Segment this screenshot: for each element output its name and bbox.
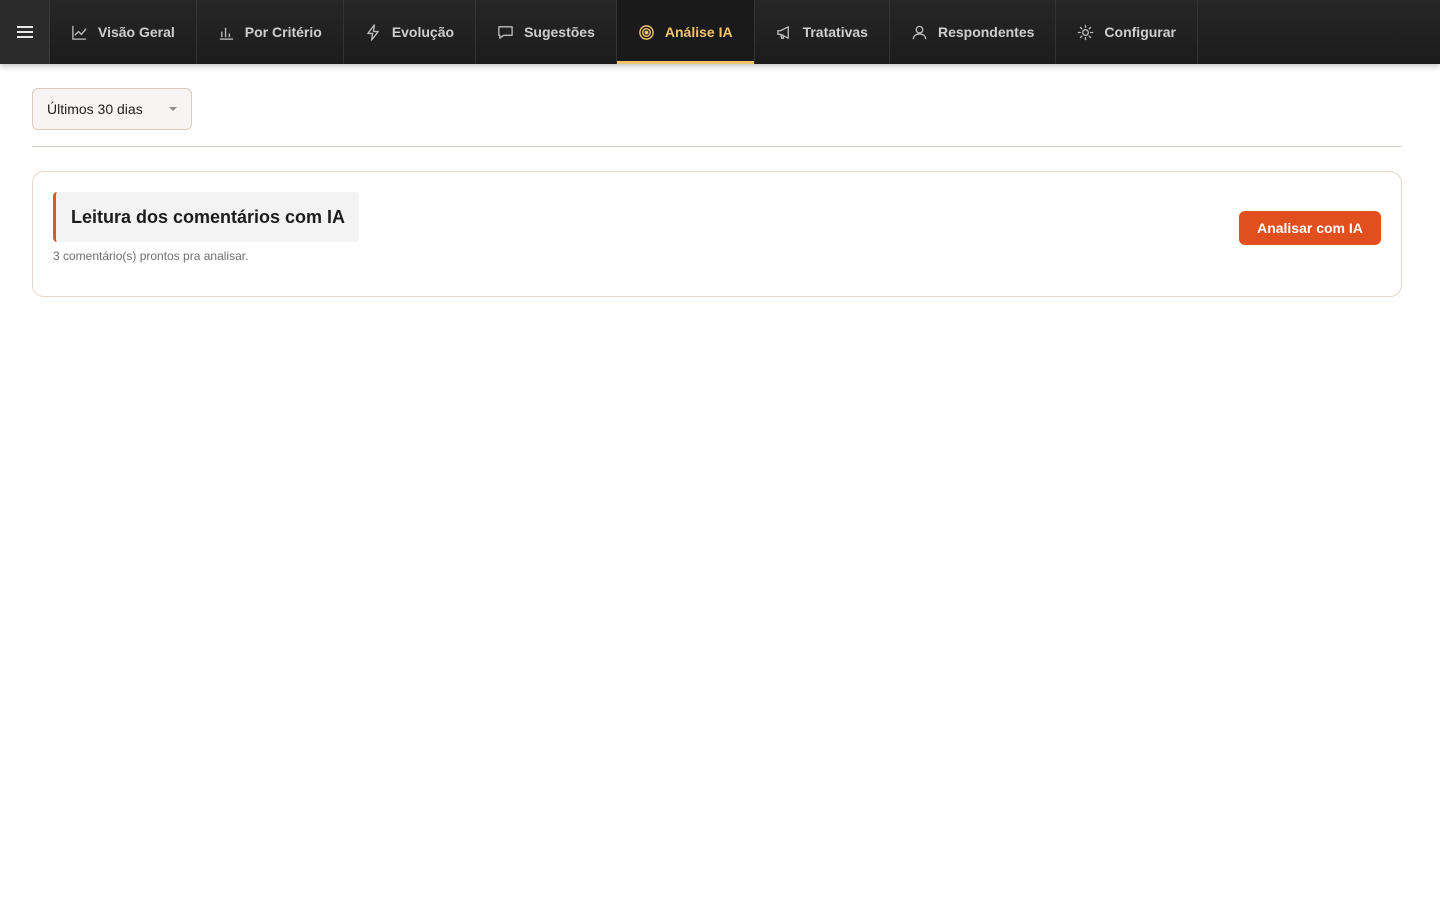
menu-button[interactable] (0, 0, 50, 64)
tab-sugestoes[interactable]: Sugestões (476, 0, 617, 64)
tab-respondentes[interactable]: Respondentes (890, 0, 1057, 64)
target-icon (639, 24, 654, 40)
card-subtitle: 3 comentário(s) prontos pra analisar. (53, 249, 249, 263)
line-chart-icon (72, 25, 87, 40)
bar-chart-icon (219, 27, 233, 40)
chat-bubble-icon (498, 25, 513, 39)
tab-label: Análise IA (664, 24, 733, 40)
tab-por-criterio[interactable]: Por Critério (197, 0, 344, 64)
lightning-icon (366, 23, 379, 41)
user-icon (912, 25, 927, 39)
hamburger-menu-icon (16, 26, 33, 38)
tab-label: Sugestões (524, 24, 595, 40)
tab-label: Evolução (391, 24, 455, 40)
tab-evolucao[interactable]: Evolução (344, 0, 477, 64)
tab-label: Respondentes (937, 24, 1035, 40)
analyze-with-ai-button[interactable]: Analisar com IA (1239, 211, 1381, 245)
tab-tratativas[interactable]: Tratativas (755, 0, 890, 64)
chevron-down-icon (169, 107, 177, 111)
tab-label: Visão Geral (98, 24, 175, 40)
tab-label: Configurar (1104, 24, 1176, 40)
card-title: Leitura dos comentários com IA (53, 192, 360, 242)
ai-analysis-card: Leitura dos comentários com IA 3 comentá… (32, 171, 1402, 297)
period-select-value: Últimos 30 dias (47, 101, 143, 117)
gear-icon (1078, 24, 1094, 40)
tab-configurar[interactable]: Configurar (1056, 0, 1198, 64)
section-divider (32, 146, 1402, 147)
tab-visao-geral[interactable]: Visão Geral (50, 0, 197, 64)
filter-row: Últimos 30 dias (32, 88, 192, 130)
period-select[interactable]: Últimos 30 dias (32, 88, 192, 130)
tab-analise-ia[interactable]: Análise IA (616, 0, 755, 64)
tab-label: Por Critério (244, 24, 322, 40)
tab-label: Tratativas (802, 24, 868, 40)
megaphone-icon (776, 25, 789, 39)
top-navigation-bar: Visão Geral Por Critério Evolução Sugest… (0, 0, 1440, 64)
